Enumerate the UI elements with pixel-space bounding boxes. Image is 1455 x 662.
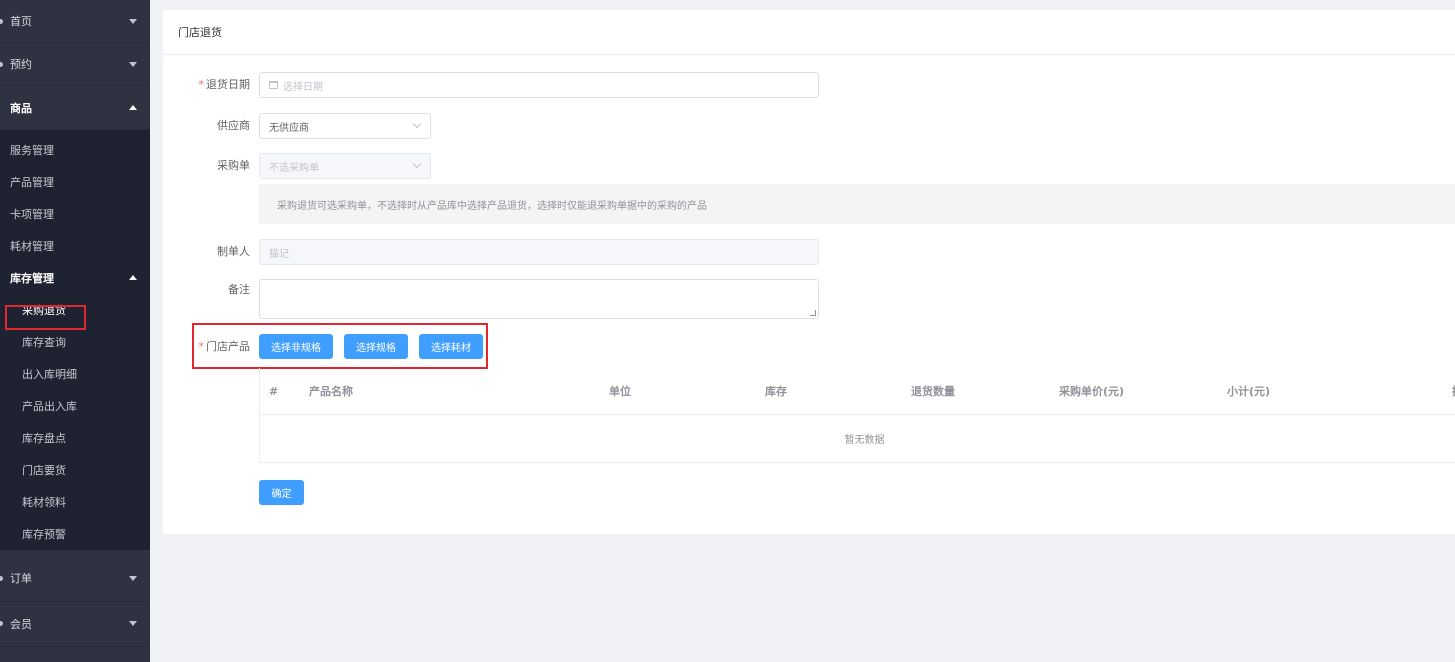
required-mark: *: [198, 78, 205, 91]
sidebar-item-store-request[interactable]: 门店要货: [0, 454, 150, 486]
order-icon: [0, 576, 3, 581]
sidebar-item-stocktake[interactable]: 库存盘点: [0, 422, 150, 454]
sidebar-item-purchase-return[interactable]: 采购退货: [0, 294, 150, 326]
nav-goods[interactable]: 商品: [0, 86, 150, 130]
supplier-value: 无供应商: [269, 122, 309, 134]
column-header-unit: 单位: [609, 385, 631, 398]
remark-textarea[interactable]: [259, 279, 819, 319]
store-products-label: * 门店产品: [163, 334, 251, 360]
purchase-order-row: 采购单 不选采购单: [163, 153, 431, 179]
nav-appointment-label: 预约: [10, 58, 32, 71]
return-date-label: * 退货日期: [163, 72, 251, 98]
purchase-order-tip: 采购退货可选采购单，不选择时从产品库中选择产品退货，选择时仅能退采购单据中的采购…: [259, 184, 1455, 224]
chevron-down-icon: [129, 19, 137, 24]
products-table: # 产品名称 单位 库存 退货数量 采购单价(元) 小计(元) 操 暂无数据: [259, 368, 1455, 463]
page-title: 门店退货: [163, 10, 1455, 55]
select-consumable-button[interactable]: 选择耗材: [419, 334, 483, 359]
select-non-spec-button[interactable]: 选择非规格: [259, 334, 333, 359]
column-header-unit-price: 采购单价(元): [1059, 385, 1125, 398]
supplier-label: 供应商: [217, 119, 250, 132]
nav-appointment[interactable]: 预约: [0, 43, 150, 86]
column-header-subtotal: 小计(元): [1227, 385, 1271, 398]
store-products-label-text: 门店产品: [206, 340, 250, 353]
purchase-order-label: 采购单: [217, 159, 250, 172]
sidebar-item-stock-query[interactable]: 库存查询: [0, 326, 150, 358]
return-date-placeholder: 选择日期: [283, 81, 323, 93]
supplier-select[interactable]: 无供应商: [259, 113, 431, 139]
creator-label: 制单人: [217, 245, 250, 258]
column-header-index: #: [269, 385, 279, 398]
main-card: 门店退货 * 退货日期 选择日期 供应商 无供应商 采购单 不选采购单 采购退货可…: [163, 10, 1455, 534]
sidebar-item-product[interactable]: 产品管理: [0, 166, 150, 198]
sidebar-item-service[interactable]: 服务管理: [0, 134, 150, 166]
member-icon: [0, 621, 3, 626]
chevron-down-icon: [129, 576, 137, 581]
sidebar-item-product-inout[interactable]: 产品出入库: [0, 390, 150, 422]
creator-input[interactable]: 猫记: [259, 239, 819, 265]
purchase-order-placeholder: 不选采购单: [269, 162, 319, 174]
chevron-down-icon: [412, 159, 422, 169]
nav-orders[interactable]: 订单: [0, 555, 150, 602]
remark-label: 备注: [228, 283, 250, 296]
nav-home[interactable]: 首页: [0, 0, 150, 43]
chevron-down-icon: [129, 62, 137, 67]
return-date-picker[interactable]: 选择日期: [259, 72, 819, 98]
nav-orders-label: 订单: [10, 572, 32, 585]
return-date-label-text: 退货日期: [206, 78, 250, 91]
sidebar-item-inout-detail[interactable]: 出入库明细: [0, 358, 150, 390]
sidebar-section-inventory-label: 库存管理: [10, 272, 54, 285]
creator-value: 猫记: [269, 248, 289, 260]
table-header: # 产品名称 单位 库存 退货数量 采购单价(元) 小计(元) 操: [260, 368, 1455, 415]
supplier-row: 供应商 无供应商: [163, 113, 431, 139]
home-icon: [0, 19, 3, 24]
sidebar-item-consumable-pick[interactable]: 耗材领料: [0, 486, 150, 518]
goods-submenu: 服务管理 产品管理 卡项管理 耗材管理 库存管理 采购退货 库存查询 出入库明细…: [0, 130, 150, 550]
table-empty-text: 暂无数据: [844, 435, 885, 446]
select-spec-button[interactable]: 选择规格: [344, 334, 408, 359]
chevron-up-icon: [129, 105, 137, 110]
purchase-order-select[interactable]: 不选采购单: [259, 153, 431, 179]
sidebar-section-inventory[interactable]: 库存管理: [0, 262, 150, 294]
chevron-down-icon: [412, 119, 422, 129]
sidebar-item-card[interactable]: 卡项管理: [0, 198, 150, 230]
column-header-return-qty: 退货数量: [911, 385, 955, 398]
appointment-icon: [0, 62, 3, 67]
nav-home-label: 首页: [10, 15, 32, 28]
nav-members[interactable]: 会员: [0, 602, 150, 647]
column-header-stock: 库存: [765, 385, 787, 398]
remark-row: 备注: [163, 279, 819, 319]
return-date-row: * 退货日期 选择日期: [163, 72, 819, 98]
sidebar-item-stock-alert[interactable]: 库存预警: [0, 518, 150, 550]
nav-members-label: 会员: [10, 618, 32, 631]
sidebar: 首页 预约 商品 服务管理 产品管理 卡项管理 耗材管理 库存管理 采购退货 库…: [0, 0, 150, 662]
confirm-button[interactable]: 确定: [259, 480, 304, 505]
creator-row: 制单人 猫记: [163, 239, 819, 265]
calendar-icon: [269, 81, 278, 89]
nav-goods-label: 商品: [10, 101, 32, 115]
resize-handle-icon[interactable]: [810, 310, 816, 316]
sidebar-item-consumable[interactable]: 耗材管理: [0, 230, 150, 262]
required-mark: *: [198, 340, 205, 353]
column-header-product-name: 产品名称: [309, 385, 353, 398]
chevron-up-icon: [129, 275, 137, 280]
chevron-down-icon: [129, 621, 137, 626]
product-select-buttons: 选择非规格 选择规格 选择耗材: [259, 334, 483, 359]
